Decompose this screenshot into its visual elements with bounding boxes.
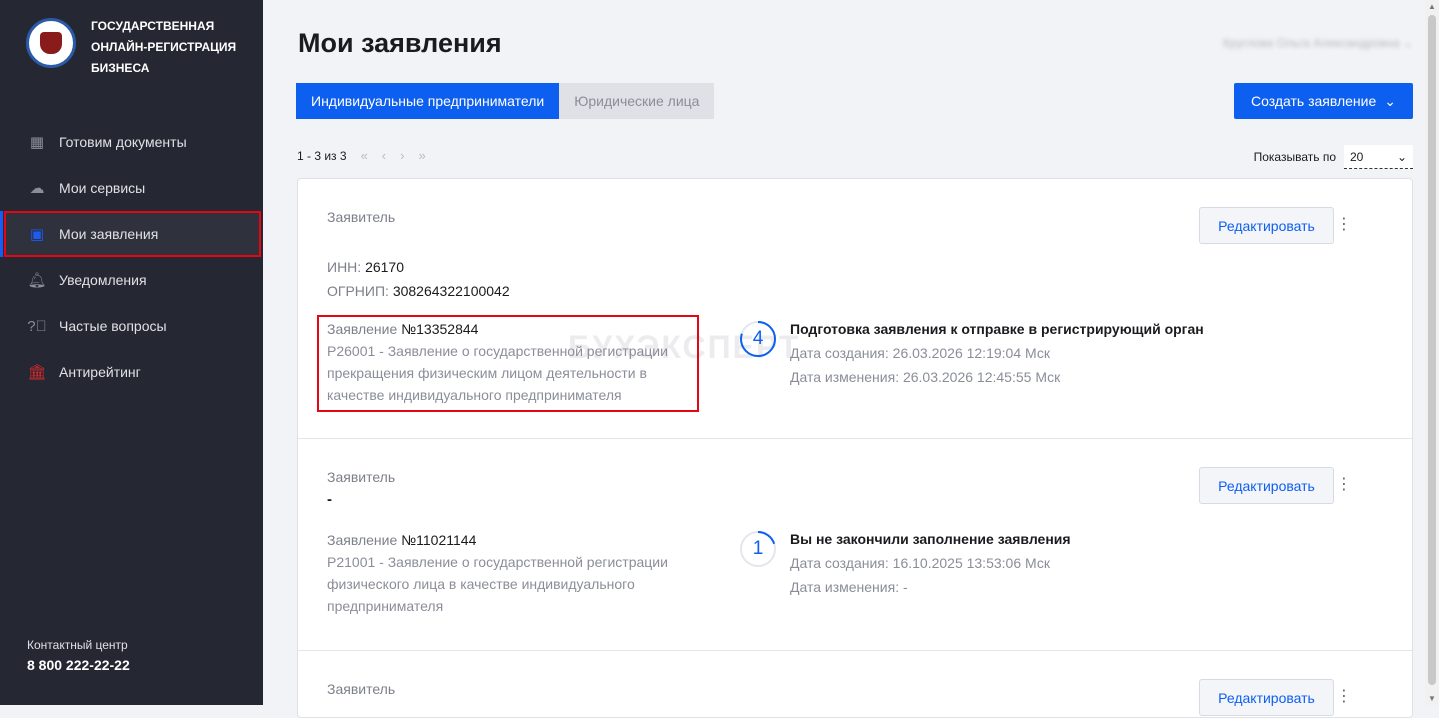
sidebar-item-notifications[interactable]: 🔔︎ Уведомления — [0, 257, 263, 303]
application-card: Заявитель Редактировать ⋮ — [298, 651, 1412, 717]
edit-button[interactable]: Редактировать — [1199, 207, 1334, 244]
step-progress-ring: 1 — [739, 530, 777, 568]
application-number[interactable]: №11021144 — [401, 532, 476, 548]
tab-individual[interactable]: Индивидуальные предприниматели — [296, 83, 560, 119]
cloud-icon: ☁ — [29, 180, 45, 197]
sidebar: ГОСУДАРСТВЕННАЯ ОНЛАЙН-РЕГИСТРАЦИЯ БИЗНЕ… — [0, 0, 263, 705]
chevron-down-icon: ⌄ — [1384, 92, 1397, 109]
per-page-label: Показывать по — [1253, 150, 1336, 164]
brand-line: ОНЛАЙН-РЕГИСТРАЦИЯ — [91, 40, 237, 54]
question-icon: ?⃝ — [27, 317, 47, 335]
ogrnip-value: 308264322100042 — [392, 283, 510, 299]
sidebar-item-label: Антирейтинг — [59, 364, 141, 380]
create-application-button[interactable]: Создать заявление ⌄ — [1234, 83, 1413, 119]
sidebar-item-services[interactable]: ☁ Мои сервисы — [0, 165, 263, 211]
sidebar-item-label: Уведомления — [59, 272, 147, 288]
edit-button[interactable]: Редактировать — [1199, 467, 1334, 504]
applicant-value: - — [327, 491, 332, 508]
tab-legal[interactable]: Юридические лица — [559, 83, 715, 119]
step-number: 4 — [752, 328, 764, 349]
first-page-button[interactable]: « — [361, 148, 368, 163]
more-options-icon[interactable]: ⋮ — [1336, 474, 1352, 494]
grid-icon: ▦ — [29, 134, 45, 151]
sidebar-item-applications[interactable]: ▣ Мои заявления — [0, 211, 261, 257]
applications-list: БУХЭКСПЕРТ Заявитель Редактировать ⋮ ИНН… — [297, 178, 1413, 718]
sidebar-item-faq[interactable]: ?⃝ Частые вопросы — [0, 303, 263, 349]
created-date: Дата создания: 16.10.2025 13:53:06 Мск — [790, 555, 1050, 571]
sidebar-item-label: Мои сервисы — [59, 180, 146, 196]
created-date: Дата создания: 26.03.2026 12:19:04 Мск — [790, 345, 1050, 361]
inn-label: ИНН: — [327, 259, 362, 275]
inn-value: 26170 — [365, 259, 405, 275]
sidebar-item-label: Готовим документы — [59, 134, 187, 150]
main-content: Мои заявления Круглова Ольга Александров… — [263, 0, 1425, 718]
application-number[interactable]: №13352844 — [401, 321, 478, 337]
application-description: Р21001 - Заявление о государственной рег… — [327, 554, 668, 614]
more-options-icon[interactable]: ⋮ — [1336, 214, 1352, 234]
chevron-down-icon: ⌄ — [1396, 149, 1407, 164]
ogrnip-label: ОГРНИП: — [327, 283, 389, 299]
application-card: Заявитель - Редактировать ⋮ Заявление №1… — [298, 439, 1412, 651]
modified-date: Дата изменения: 26.03.2026 12:45:55 Мск — [790, 369, 1061, 385]
step-progress-ring: 4 — [739, 320, 777, 358]
emblem-icon — [40, 32, 62, 54]
pagination: 1 - 3 из 3 « ‹ › » — [297, 148, 426, 163]
fns-logo[interactable] — [26, 18, 76, 68]
pagination-range: 1 - 3 из 3 — [297, 148, 347, 163]
application-info: Заявление №13352844 Р26001 - Заявление о… — [327, 318, 699, 406]
applicant-label: Заявитель — [327, 469, 396, 485]
user-menu[interactable]: Круглова Ольга Александровна ⌄ — [1223, 36, 1413, 50]
contact-label: Контактный центр — [27, 638, 128, 652]
create-button-label: Создать заявление — [1250, 93, 1377, 109]
next-page-button[interactable]: › — [400, 148, 404, 163]
contact-phone[interactable]: 8 800 222-22-22 — [27, 657, 130, 673]
application-label: Заявление — [327, 532, 398, 548]
application-label: Заявление — [327, 321, 398, 337]
page-title: Мои заявления — [298, 28, 502, 58]
sidebar-item-label: Мои заявления — [59, 226, 159, 242]
application-description: Р26001 - Заявление о государственной рег… — [327, 343, 668, 403]
scroll-up-icon[interactable]: ▲ — [1428, 2, 1436, 11]
brand-line: БИЗНЕСА — [91, 61, 150, 75]
application-card: БУХЭКСПЕРТ Заявитель Редактировать ⋮ ИНН… — [298, 179, 1412, 439]
edit-button[interactable]: Редактировать — [1199, 679, 1334, 716]
brand-line: ГОСУДАРСТВЕННАЯ — [91, 19, 215, 33]
user-name: Круглова Ольга Александровна — [1222, 36, 1400, 50]
more-options-icon[interactable]: ⋮ — [1336, 686, 1352, 706]
scroll-down-icon[interactable]: ▼ — [1428, 694, 1436, 703]
modified-date: Дата изменения: - — [790, 579, 908, 595]
application-info: Заявление №11021144 Р21001 - Заявление о… — [327, 529, 699, 617]
document-icon: ▣ — [29, 226, 45, 243]
per-page-select[interactable]: 20 ⌄ — [1344, 145, 1413, 169]
scrollbar-thumb[interactable] — [1428, 15, 1436, 685]
applicant-label: Заявитель — [327, 209, 396, 225]
per-page-value: 20 — [1350, 149, 1364, 164]
bell-icon: 🔔︎ — [27, 272, 47, 289]
sidebar-item-documents[interactable]: ▦ Готовим документы — [0, 119, 263, 165]
status-title: Подготовка заявления к отправке в регист… — [790, 321, 1204, 337]
status-title: Вы не закончили заполнение заявления — [790, 531, 1071, 547]
step-number: 1 — [752, 538, 764, 559]
scrollbar[interactable]: ▲ ▼ — [1425, 0, 1439, 705]
brand-title[interactable]: ГОСУДАРСТВЕННАЯ ОНЛАЙН-РЕГИСТРАЦИЯ БИЗНЕ… — [91, 16, 241, 79]
last-page-button[interactable]: » — [418, 148, 425, 163]
prev-page-button[interactable]: ‹ — [382, 148, 386, 163]
sidebar-item-antirating[interactable]: 🏛︎ Антирейтинг — [0, 349, 263, 395]
sidebar-nav: ▦ Готовим документы ☁ Мои сервисы ▣ Мои зая… — [0, 119, 263, 395]
bank-icon: 🏛︎ — [27, 364, 47, 381]
per-page: Показывать по 20 ⌄ — [1254, 145, 1413, 169]
sidebar-item-label: Частые вопросы — [59, 318, 167, 334]
applicant-label: Заявитель — [327, 681, 396, 697]
tabs: Индивидуальные предприниматели Юридическ… — [296, 83, 715, 119]
